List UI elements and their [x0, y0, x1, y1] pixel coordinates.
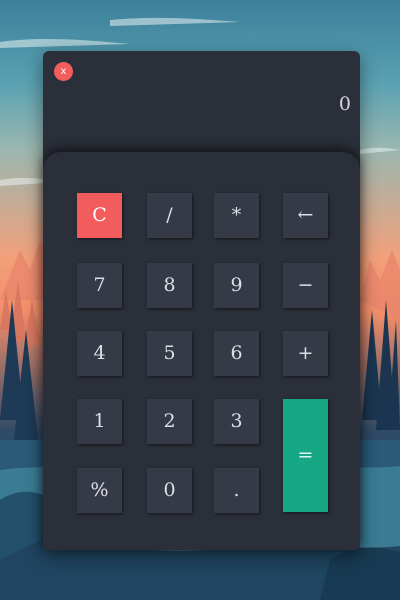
calculator-window: x 0 C / * ← 7 8 9 − 4 5 6 + 1 2 3 = % 0 … — [43, 51, 360, 550]
plus-key[interactable]: + — [283, 331, 328, 376]
equals-key[interactable]: = — [283, 399, 328, 512]
keypad: C / * ← 7 8 9 − 4 5 6 + 1 2 3 = % 0 . — [43, 152, 360, 550]
digit-3-key[interactable]: 3 — [214, 399, 259, 444]
digit-2-key[interactable]: 2 — [147, 399, 192, 444]
multiply-key[interactable]: * — [214, 193, 259, 238]
digit-8-key[interactable]: 8 — [147, 263, 192, 308]
minus-key[interactable]: − — [283, 263, 328, 308]
clear-key[interactable]: C — [77, 193, 122, 238]
close-button[interactable]: x — [54, 62, 73, 81]
divide-key[interactable]: / — [147, 193, 192, 238]
decimal-key[interactable]: . — [214, 468, 259, 513]
digit-4-key[interactable]: 4 — [77, 331, 122, 376]
digit-7-key[interactable]: 7 — [77, 263, 122, 308]
backspace-key[interactable]: ← — [283, 193, 328, 238]
digit-6-key[interactable]: 6 — [214, 331, 259, 376]
digit-0-key[interactable]: 0 — [147, 468, 192, 513]
result-display: 0 — [338, 93, 351, 115]
percent-key[interactable]: % — [77, 468, 122, 513]
digit-9-key[interactable]: 9 — [214, 263, 259, 308]
digit-1-key[interactable]: 1 — [77, 399, 122, 444]
digit-5-key[interactable]: 5 — [147, 331, 192, 376]
